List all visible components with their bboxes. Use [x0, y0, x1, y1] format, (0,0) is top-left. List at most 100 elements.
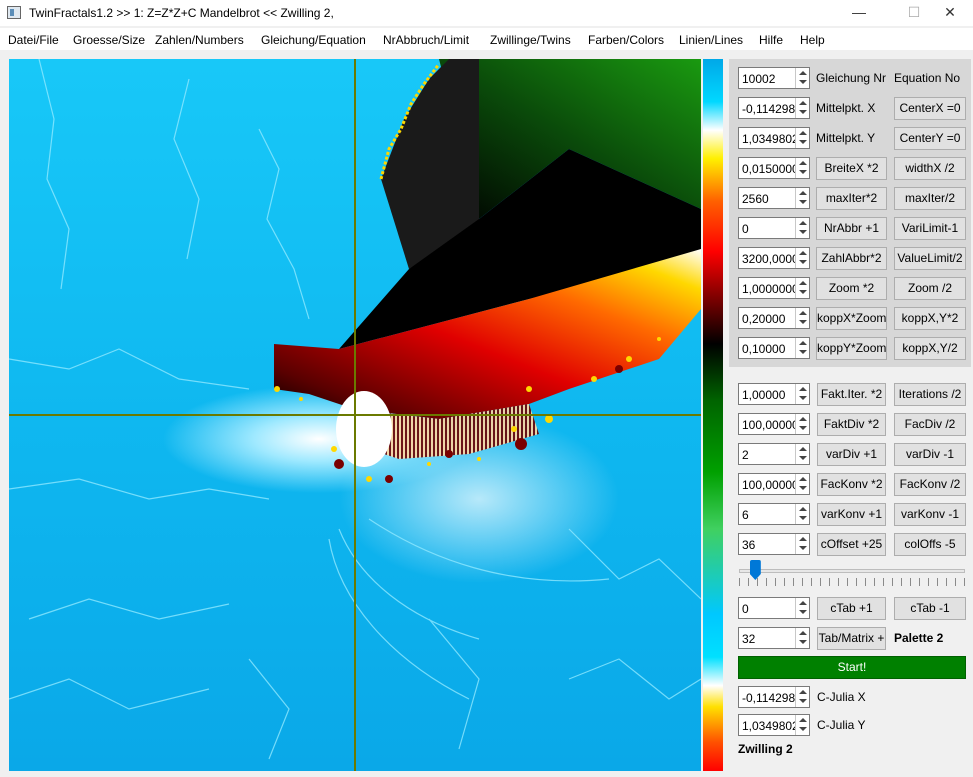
action-button[interactable]: Zoom *2 [816, 277, 887, 300]
fractal-canvas[interactable] [9, 59, 701, 771]
julia-x-label: C-Julia X [817, 690, 866, 704]
tab-matrix-button[interactable]: Tab/Matrix + [817, 627, 886, 650]
spinbox-value: 2560 [742, 192, 769, 206]
action-button[interactable]: varKonv -1 [894, 503, 966, 526]
action-button[interactable]: NrAbbr +1 [816, 217, 887, 240]
menu-bar: Datei/File Groesse/Size Zahlen/Numbers G… [0, 28, 973, 50]
spin-arrows-icon[interactable] [795, 188, 809, 208]
value-spinbox[interactable]: 0 [738, 217, 810, 239]
ctab-spinbox[interactable]: 0 [738, 597, 810, 619]
action-button[interactable]: FacKonv *2 [817, 473, 886, 496]
action-button[interactable]: maxIter*2 [816, 187, 887, 210]
value-spinbox[interactable]: 1,00000 [738, 383, 810, 405]
spin-arrows-icon[interactable] [795, 308, 809, 328]
menu-datei[interactable]: Datei/File [8, 33, 59, 47]
spin-arrows-icon[interactable] [795, 504, 809, 524]
start-button[interactable]: Start! [738, 656, 966, 679]
spinbox-value: 0,20000 [742, 312, 786, 326]
action-button[interactable]: FaktDiv *2 [817, 413, 886, 436]
menu-zahlen[interactable]: Zahlen/Numbers [155, 33, 244, 47]
white-bulb [336, 391, 392, 467]
spin-arrows-icon[interactable] [795, 384, 809, 404]
matrix-spinbox[interactable]: 32 [738, 627, 810, 649]
value-spinbox[interactable]: 3200,0000 [738, 247, 810, 269]
action-button[interactable]: cOffset +25 [817, 533, 886, 556]
spinbox-value: 0 [742, 222, 749, 236]
julia-x-spinbox[interactable]: -0,1142987 [738, 686, 810, 708]
ctab-minus-button[interactable]: cTab -1 [894, 597, 966, 620]
action-button[interactable]: koppX*Zoom [816, 307, 887, 330]
value-spinbox[interactable]: 100,00000 [738, 413, 810, 435]
menu-farben[interactable]: Farben/Colors [588, 33, 664, 47]
value-spinbox[interactable]: -0,1142987 [738, 97, 810, 119]
spin-arrows-icon[interactable] [795, 248, 809, 268]
spinbox-value: 6 [742, 508, 749, 522]
action-button[interactable]: ValueLimit/2 [894, 247, 966, 270]
spin-arrows-icon[interactable] [795, 715, 809, 735]
spin-arrows-icon[interactable] [795, 444, 809, 464]
spin-arrows-icon[interactable] [795, 474, 809, 494]
menu-zwillinge[interactable]: Zwillinge/Twins [490, 33, 571, 47]
action-button[interactable]: CenterY =0 [894, 127, 966, 150]
value-spinbox[interactable]: 6 [738, 503, 810, 525]
minimize-icon[interactable]: — [836, 0, 882, 26]
menu-linien[interactable]: Linien/Lines [679, 33, 743, 47]
action-button[interactable]: CenterX =0 [894, 97, 966, 120]
color-slider-thumb[interactable] [749, 560, 761, 580]
value-spinbox[interactable]: 1,03498020 [738, 127, 810, 149]
value-spinbox[interactable]: 2 [738, 443, 810, 465]
action-button[interactable]: maxIter/2 [894, 187, 966, 210]
menu-hilfe[interactable]: Hilfe [759, 33, 783, 47]
ctab-value: 0 [742, 602, 749, 616]
action-button[interactable]: koppX,Y/2 [894, 337, 966, 360]
spin-arrows-icon[interactable] [795, 128, 809, 148]
value-spinbox[interactable]: 0,10000 [738, 337, 810, 359]
spin-arrows-icon[interactable] [795, 218, 809, 238]
color-slider-track[interactable] [739, 569, 965, 573]
action-button[interactable]: FacKonv /2 [894, 473, 966, 496]
action-button[interactable]: widthX /2 [894, 157, 966, 180]
action-button[interactable]: colOffs -5 [894, 533, 966, 556]
spinbox-value: 10002 [742, 72, 776, 86]
spin-arrows-icon[interactable] [795, 98, 809, 118]
app-icon [7, 6, 21, 19]
spin-arrows-icon[interactable] [795, 534, 809, 554]
action-button[interactable]: koppX,Y*2 [894, 307, 966, 330]
spin-arrows-icon[interactable] [795, 414, 809, 434]
menu-help[interactable]: Help [800, 33, 825, 47]
action-button[interactable]: VariLimit-1 [894, 217, 966, 240]
spin-arrows-icon[interactable] [795, 628, 809, 648]
row-label: Equation No [894, 71, 961, 85]
action-button[interactable]: Zoom /2 [894, 277, 966, 300]
action-button[interactable]: FacDiv /2 [894, 413, 966, 436]
action-button[interactable]: varDiv +1 [817, 443, 886, 466]
value-spinbox[interactable]: 36 [738, 533, 810, 555]
action-button[interactable]: varDiv -1 [894, 443, 966, 466]
spin-arrows-icon[interactable] [795, 68, 809, 88]
action-button[interactable]: Iterations /2 [894, 383, 966, 406]
palette-label: Palette 2 [894, 631, 944, 645]
menu-nrabbruch[interactable]: NrAbbruch/Limit [383, 33, 469, 47]
julia-y-spinbox[interactable]: 1,03498020 [738, 714, 810, 736]
value-spinbox[interactable]: 0,20000 [738, 307, 810, 329]
spin-arrows-icon[interactable] [795, 338, 809, 358]
close-icon[interactable]: ✕ [927, 0, 973, 26]
spin-arrows-icon[interactable] [795, 687, 809, 707]
spin-arrows-icon[interactable] [795, 278, 809, 298]
action-button[interactable]: varKonv +1 [817, 503, 886, 526]
action-button[interactable]: koppY*Zoom [816, 337, 887, 360]
spin-arrows-icon[interactable] [795, 598, 809, 618]
action-button[interactable]: BreiteX *2 [816, 157, 887, 180]
ctab-plus-button[interactable]: cTab +1 [817, 597, 886, 620]
value-spinbox[interactable]: 0,0150000 [738, 157, 810, 179]
menu-groesse[interactable]: Groesse/Size [73, 33, 145, 47]
spin-arrows-icon[interactable] [795, 158, 809, 178]
menu-gleichung[interactable]: Gleichung/Equation [261, 33, 366, 47]
action-button[interactable]: ZahlAbbr*2 [816, 247, 887, 270]
value-spinbox[interactable]: 10002 [738, 67, 810, 89]
value-spinbox[interactable]: 100,00000 [738, 473, 810, 495]
spinbox-value: 1,0000000 [742, 282, 799, 296]
action-button[interactable]: Fakt.Iter. *2 [817, 383, 886, 406]
value-spinbox[interactable]: 2560 [738, 187, 810, 209]
value-spinbox[interactable]: 1,0000000 [738, 277, 810, 299]
